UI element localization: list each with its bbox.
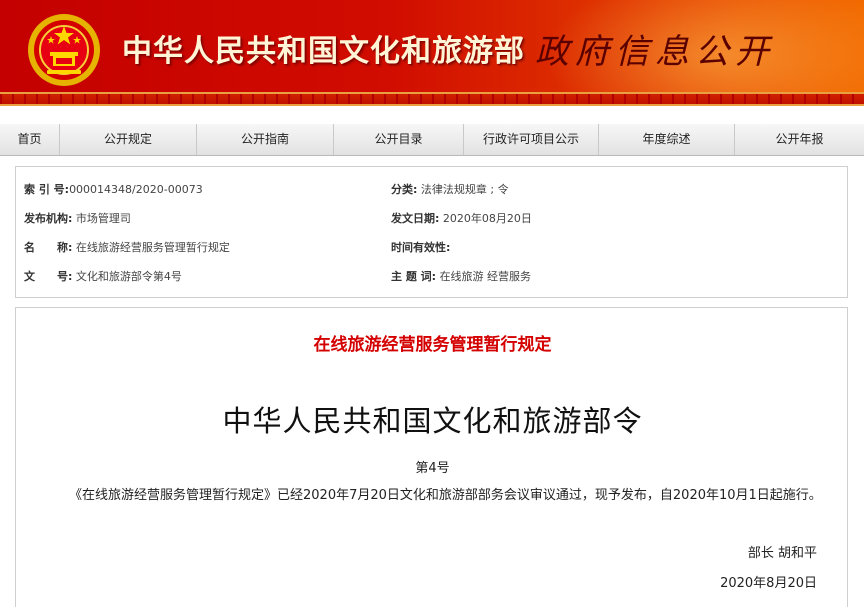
nav-annual-report[interactable]: 公开年报 <box>735 124 864 155</box>
ministry-name: 中华人民共和国文化和旅游部 <box>122 34 525 69</box>
category-label: 分类: <box>391 183 418 196</box>
document-body: 在线旅游经营服务管理暂行规定 中华人民共和国文化和旅游部令 第4号 《在线旅游经… <box>15 307 848 607</box>
nav-disclosure-catalog[interactable]: 公开目录 <box>334 124 464 155</box>
section-title: 政府信息公开 <box>535 32 775 72</box>
main-nav: 首页 公开规定 公开指南 公开目录 行政许可项目公示 年度综述 公开年报 <box>0 124 864 156</box>
validity-label: 时间有效性: <box>391 241 451 254</box>
nav-disclosure-guide[interactable]: 公开指南 <box>197 124 334 155</box>
subject-value: 在线旅游 经营服务 <box>439 270 532 283</box>
date-label: 发文日期: <box>391 212 440 225</box>
issuer-label: 发布机构: <box>24 212 73 225</box>
sign-date: 2020年8月20日 <box>720 576 817 591</box>
nav-home[interactable]: 首页 <box>0 124 60 155</box>
document-metadata: 索 引 号:000014348/2020-00073 分类: 法律法规规章 ; … <box>15 166 848 298</box>
docno-value: 文化和旅游部令第4号 <box>75 270 182 283</box>
category-value: 法律法规规章 ; 令 <box>420 183 509 196</box>
nav-admin-license[interactable]: 行政许可项目公示 <box>464 124 599 155</box>
nav-annual-review[interactable]: 年度综述 <box>599 124 735 155</box>
date-value: 2020年08月20日 <box>442 212 532 225</box>
issuer-value: 市场管理司 <box>75 212 131 225</box>
banner-fret-border <box>0 92 864 106</box>
name-value: 在线旅游经营服务管理暂行规定 <box>75 241 230 254</box>
index-label: 索 引 号: <box>24 183 70 196</box>
header-banner: 中华人民共和国文化和旅游部 政府信息公开 <box>0 0 864 106</box>
name-label: 名 称: <box>24 241 73 254</box>
order-paragraph: 《在线旅游经营服务管理暂行规定》已经2020年7月20日文化和旅游部部务会议审议… <box>69 488 822 503</box>
document-title: 在线旅游经营服务管理暂行规定 <box>313 335 552 355</box>
order-number: 第4号 <box>415 461 450 476</box>
order-title: 中华人民共和国文化和旅游部令 <box>222 404 643 438</box>
index-value: 000014348/2020-00073 <box>69 183 203 196</box>
docno-label: 文 号: <box>24 270 73 283</box>
signatory: 部长 胡和平 <box>747 546 817 561</box>
subject-label: 主 题 词: <box>391 270 437 283</box>
nav-disclosure-rules[interactable]: 公开规定 <box>60 124 197 155</box>
national-emblem-icon <box>28 14 100 86</box>
